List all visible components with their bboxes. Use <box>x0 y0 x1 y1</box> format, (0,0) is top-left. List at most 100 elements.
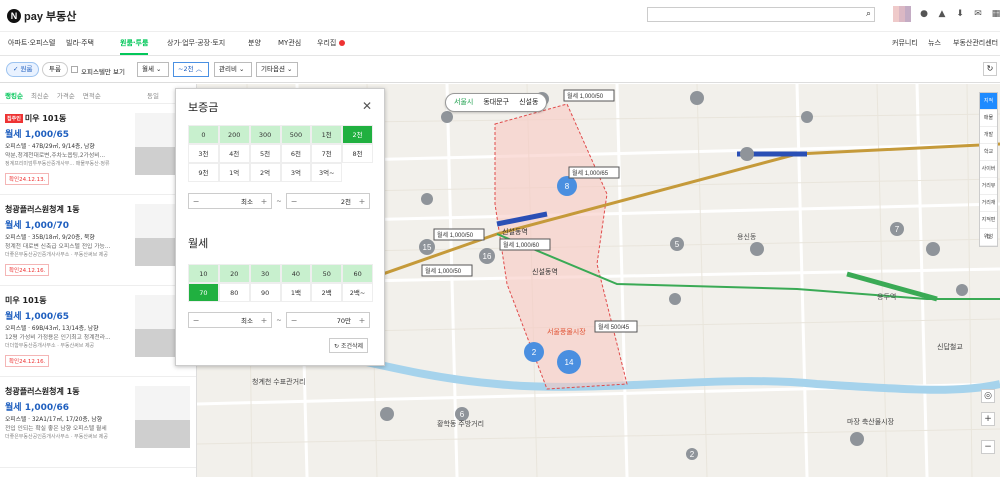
rent-option[interactable]: 50 <box>311 264 343 283</box>
control-cadastral-edit[interactable]: 지적편집 <box>980 212 997 240</box>
plus-icon[interactable]: + <box>355 316 369 325</box>
location-dong[interactable]: 신설동 <box>519 94 538 111</box>
grid-icon[interactable]: ▦ <box>991 9 1000 19</box>
zoom-in-button[interactable]: + <box>981 412 995 426</box>
control-streetview[interactable]: 거리뷰 <box>980 178 997 195</box>
rent-min-field[interactable]: − 최소 + <box>188 312 272 328</box>
deposit-option[interactable]: 500 <box>280 125 312 144</box>
deposit-option-selected[interactable]: 2천 <box>342 125 373 144</box>
listing-item[interactable]: 청광플러스원청계 1동 월세 1,000/66 오피스텔 · 32A1/17㎡,… <box>0 378 196 468</box>
listing-item[interactable]: 청광플러스원청계 1동 월세 1,000/70 오피스텔 · 35B/18㎡, … <box>0 196 196 286</box>
deposit-option[interactable]: 3억 <box>280 163 312 182</box>
nav-news[interactable]: 뉴스 <box>928 38 941 48</box>
listing-title[interactable]: 청광플러스원청계 1동 <box>5 386 80 397</box>
rent-option[interactable]: 80 <box>218 283 250 302</box>
location-city[interactable]: 서울시 <box>454 94 473 111</box>
plus-icon[interactable]: + <box>355 197 369 206</box>
deposit-option[interactable]: 7천 <box>311 144 343 163</box>
deposit-option[interactable]: 6천 <box>280 144 312 163</box>
mail-icon[interactable]: ✉ <box>973 9 983 19</box>
control-school[interactable]: 학교 <box>980 144 997 161</box>
rent-option[interactable]: 10 <box>188 264 219 283</box>
rent-option[interactable]: 20 <box>218 264 250 283</box>
rent-option[interactable]: 90 <box>249 283 281 302</box>
deposit-max-field[interactable]: −2천 + <box>286 193 370 209</box>
bell-icon[interactable]: ▲ <box>937 9 947 19</box>
control-cadastral[interactable]: 지적 <box>980 93 997 110</box>
avatar[interactable] <box>893 6 911 22</box>
listing-item[interactable]: 미우 101동 월세 1,000/65 오피스텔 · 69B/43㎡, 13/1… <box>0 287 196 377</box>
refresh-icon[interactable]: ↻ <box>983 62 997 76</box>
deposit-option[interactable]: 3천 <box>188 144 219 163</box>
listing-item[interactable]: 집주인 미우 101동 월세 1,000/65 오피스텔 · 47B/29㎡, 9… <box>0 105 196 195</box>
my-location-icon[interactable]: ◎ <box>981 389 995 403</box>
chat-icon[interactable]: ● <box>919 9 929 19</box>
control-cyber[interactable]: 사이버 <box>980 161 997 178</box>
sort-latest[interactable]: 최신순 <box>31 90 49 100</box>
minus-icon[interactable]: − <box>189 316 203 325</box>
nav-oneroom[interactable]: 원룸·투룸 <box>120 38 149 55</box>
tworoom-chip[interactable]: 투룸 <box>42 62 68 77</box>
deposit-min-field[interactable]: − 최소 + <box>188 193 272 209</box>
rent-max-field[interactable]: −70만 + <box>286 312 370 328</box>
rent-option[interactable]: 2백 <box>311 283 343 302</box>
rent-option-selected[interactable]: 70 <box>188 283 219 302</box>
zoom-out-button[interactable]: − <box>981 440 995 454</box>
listing-title[interactable]: 청광플러스원청계 1동 <box>5 204 80 215</box>
minus-icon[interactable]: − <box>287 316 301 325</box>
deposit-option[interactable]: 0 <box>188 125 219 144</box>
plus-icon[interactable]: + <box>257 197 271 206</box>
deal-select[interactable]: 월세 ⌄ <box>137 62 169 77</box>
price-select[interactable]: ~2천 ︿ <box>173 62 209 77</box>
sort-ranking[interactable]: 랭킹순 <box>5 90 23 100</box>
control-satellite[interactable]: 위성 <box>980 229 997 246</box>
brand-logo[interactable]: N pay 부동산 <box>7 8 76 24</box>
rent-option[interactable]: 1백 <box>280 283 312 302</box>
other-options-select[interactable]: 기타옵션 ⌄ <box>256 62 298 77</box>
download-icon[interactable]: ⬇ <box>955 9 965 19</box>
listing-title[interactable]: 집주인 미우 101동 <box>5 113 66 124</box>
nav-presale[interactable]: 분양 <box>248 38 261 48</box>
plus-icon[interactable]: + <box>257 316 271 325</box>
nav-villa[interactable]: 빌라·주택 <box>66 38 94 48</box>
deposit-option[interactable]: 1억 <box>218 163 250 182</box>
deposit-option[interactable]: 2억 <box>249 163 281 182</box>
minus-icon[interactable]: − <box>189 197 203 206</box>
nav-ourhome[interactable]: 우리집 <box>317 38 345 48</box>
rent-option[interactable]: 2백~ <box>342 283 373 302</box>
deposit-option[interactable]: 4천 <box>218 144 250 163</box>
search-icon[interactable]: ⌕ <box>866 9 871 19</box>
close-icon[interactable]: ✕ <box>362 99 372 113</box>
rent-option[interactable]: 60 <box>342 264 373 283</box>
deposit-option[interactable]: 9천 <box>188 163 219 182</box>
deposit-option[interactable]: 3억~ <box>311 163 343 182</box>
nav-community[interactable]: 커뮤니티 <box>892 38 918 48</box>
listing-title[interactable]: 미우 101동 <box>5 295 47 306</box>
rent-option[interactable]: 30 <box>249 264 281 283</box>
sort-same-checkbox[interactable]: 동일 <box>147 90 159 100</box>
minus-icon[interactable]: − <box>287 197 301 206</box>
deposit-option[interactable]: 8천 <box>342 144 373 163</box>
nav-my[interactable]: MY관심 <box>278 38 301 48</box>
officetel-checkbox[interactable] <box>71 66 78 73</box>
deposit-option[interactable]: 1천 <box>311 125 343 144</box>
nav-apt[interactable]: 아파트·오피스텔 <box>8 38 55 48</box>
deposit-option[interactable]: 200 <box>218 125 250 144</box>
deposit-option[interactable]: 300 <box>249 125 281 144</box>
sort-area[interactable]: 면적순 <box>83 90 101 100</box>
manage-select[interactable]: 관리비 ⌄ <box>214 62 252 77</box>
oneroom-chip[interactable]: ✓ 원룸 <box>6 62 40 77</box>
location-breadcrumb[interactable]: 서울시 동대문구 신설동 <box>445 93 548 112</box>
control-distance[interactable]: 거리재 <box>980 195 997 212</box>
nav-manage[interactable]: 부동산관리센터 <box>953 38 998 48</box>
search-input[interactable]: ⌕ <box>647 7 875 22</box>
sort-price[interactable]: 가격순 <box>57 90 75 100</box>
deposit-option[interactable]: 5천 <box>249 144 281 163</box>
nav-commercial[interactable]: 상가·업무·공장·토지 <box>167 38 225 48</box>
reset-conditions-button[interactable]: ↻ 조건삭제 <box>329 338 369 353</box>
location-gu[interactable]: 동대문구 <box>483 94 509 111</box>
rent-option[interactable]: 40 <box>280 264 312 283</box>
control-development[interactable]: 개발 <box>980 127 997 144</box>
control-listings[interactable]: 매물 <box>980 110 997 127</box>
listing-photo[interactable] <box>135 386 190 448</box>
